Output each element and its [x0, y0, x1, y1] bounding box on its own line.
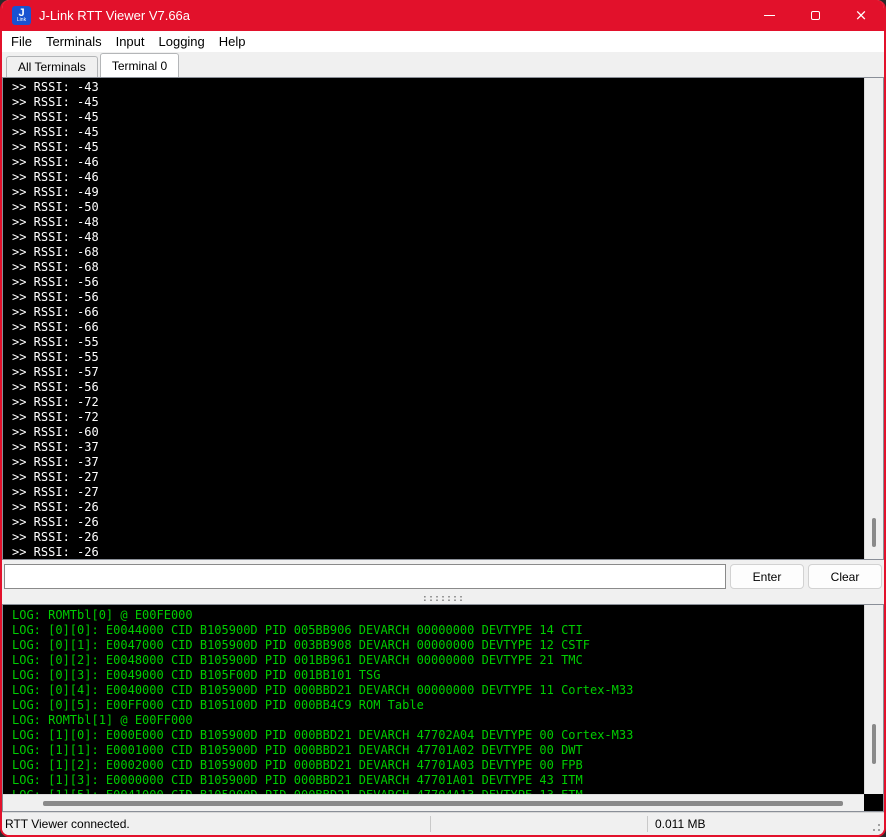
- terminal-line: >> RSSI: -26: [12, 515, 864, 530]
- terminal-line: >> RSSI: -45: [12, 95, 864, 110]
- menu-item[interactable]: Input: [109, 32, 152, 51]
- terminal-line: >> RSSI: -56: [12, 380, 864, 395]
- window-controls: ×: [746, 0, 884, 31]
- status-message: RTT Viewer connected.: [2, 817, 430, 831]
- menu-item[interactable]: Terminals: [39, 32, 109, 51]
- minimize-icon: [764, 15, 775, 16]
- title-bar[interactable]: J Link J-Link RTT Viewer V7.66a ×: [2, 0, 884, 31]
- terminal-line: >> RSSI: -43: [12, 80, 864, 95]
- terminal-line: >> RSSI: -66: [12, 320, 864, 335]
- menu-item[interactable]: File: [4, 32, 39, 51]
- window-title: J-Link RTT Viewer V7.66a: [39, 8, 190, 23]
- terminal-line: >> RSSI: -26: [12, 545, 864, 559]
- tab-all-terminals[interactable]: All Terminals: [6, 56, 98, 77]
- terminal-input[interactable]: [4, 564, 726, 589]
- log-output[interactable]: LOG: ROMTbl[0] @ E00FE000LOG: [0][0]: E0…: [3, 605, 864, 794]
- terminal-line: >> RSSI: -46: [12, 155, 864, 170]
- log-line: LOG: [0][3]: E0049000 CID B105F00D PID 0…: [12, 668, 864, 683]
- terminal-line: >> RSSI: -45: [12, 110, 864, 125]
- menu-bar: FileTerminalsInputLoggingHelp: [2, 31, 884, 52]
- terminal-line: >> RSSI: -27: [12, 485, 864, 500]
- terminal-line: >> RSSI: -55: [12, 350, 864, 365]
- jlink-rtt-viewer-window: J Link J-Link RTT Viewer V7.66a × FileTe…: [0, 0, 886, 837]
- terminal-line: >> RSSI: -50: [12, 200, 864, 215]
- terminal-line: >> RSSI: -68: [12, 260, 864, 275]
- terminal-vertical-scrollbar[interactable]: [864, 78, 883, 559]
- tab-terminal-0[interactable]: Terminal 0: [100, 53, 179, 77]
- log-line: LOG: [0][4]: E0040000 CID B105900D PID 0…: [12, 683, 864, 698]
- data-size-indicator: 0.011 MB: [648, 817, 705, 831]
- resize-grip[interactable]: [878, 829, 880, 831]
- terminal-line: >> RSSI: -66: [12, 305, 864, 320]
- log-line: LOG: [1][0]: E000E000 CID B105900D PID 0…: [12, 728, 864, 743]
- status-separator: [430, 816, 431, 832]
- terminal-line: >> RSSI: -48: [12, 215, 864, 230]
- close-icon: ×: [855, 8, 868, 23]
- terminal-line: >> RSSI: -37: [12, 440, 864, 455]
- terminal-output[interactable]: >> RSSI: -43>> RSSI: -45>> RSSI: -45>> R…: [3, 78, 864, 559]
- terminal-line: >> RSSI: -37: [12, 455, 864, 470]
- terminal-line: >> RSSI: -56: [12, 290, 864, 305]
- terminal-line: >> RSSI: -45: [12, 125, 864, 140]
- terminal-line: >> RSSI: -72: [12, 395, 864, 410]
- terminal-line: >> RSSI: -49: [12, 185, 864, 200]
- status-bar: RTT Viewer connected. 0.011 MB: [2, 812, 884, 835]
- maximize-icon: [811, 11, 820, 20]
- terminal-line: >> RSSI: -26: [12, 530, 864, 545]
- terminal-line: >> RSSI: -72: [12, 410, 864, 425]
- log-line: LOG: [1][3]: E0000000 CID B105900D PID 0…: [12, 773, 864, 788]
- close-button[interactable]: ×: [838, 0, 884, 31]
- terminal-line: >> RSSI: -60: [12, 425, 864, 440]
- log-vertical-scrollbar[interactable]: [864, 605, 883, 794]
- terminal-line: >> RSSI: -55: [12, 335, 864, 350]
- terminal-scrollbar-thumb[interactable]: [872, 518, 876, 547]
- menu-item[interactable]: Logging: [152, 32, 212, 51]
- log-line: LOG: ROMTbl[0] @ E00FE000: [12, 608, 864, 623]
- enter-button[interactable]: Enter: [730, 564, 804, 589]
- log-horizontal-scrollbar[interactable]: [3, 794, 864, 811]
- terminal-line: >> RSSI: -26: [12, 500, 864, 515]
- jlink-app-icon: J Link: [12, 6, 31, 25]
- splitter-grip-icon: :::::::: [422, 596, 464, 602]
- terminal-pane: >> RSSI: -43>> RSSI: -45>> RSSI: -45>> R…: [2, 77, 884, 560]
- scrollbar-corner: [864, 794, 883, 811]
- log-vertical-scrollbar-thumb[interactable]: [872, 724, 876, 764]
- jlink-icon-sub: Link: [17, 18, 26, 23]
- menu-item[interactable]: Help: [212, 32, 253, 51]
- log-line: LOG: [0][0]: E0044000 CID B105900D PID 0…: [12, 623, 864, 638]
- log-pane: LOG: ROMTbl[0] @ E00FE000LOG: [0][0]: E0…: [2, 604, 884, 812]
- tab-bar: All Terminals Terminal 0: [2, 52, 884, 77]
- log-line: LOG: [0][5]: E00FF000 CID B105100D PID 0…: [12, 698, 864, 713]
- terminal-line: >> RSSI: -57: [12, 365, 864, 380]
- terminal-line: >> RSSI: -27: [12, 470, 864, 485]
- terminal-line: >> RSSI: -48: [12, 230, 864, 245]
- terminal-line: >> RSSI: -46: [12, 170, 864, 185]
- log-line: LOG: ROMTbl[1] @ E00FF000: [12, 713, 864, 728]
- log-horizontal-scrollbar-thumb[interactable]: [43, 801, 843, 806]
- minimize-button[interactable]: [746, 0, 792, 31]
- log-line: LOG: [0][1]: E0047000 CID B105900D PID 0…: [12, 638, 864, 653]
- terminal-line: >> RSSI: -68: [12, 245, 864, 260]
- clear-button[interactable]: Clear: [808, 564, 882, 589]
- terminal-line: >> RSSI: -45: [12, 140, 864, 155]
- maximize-button[interactable]: [792, 0, 838, 31]
- input-row: Enter Clear: [2, 560, 884, 593]
- terminal-line: >> RSSI: -56: [12, 275, 864, 290]
- splitter-handle[interactable]: :::::::: [2, 593, 884, 604]
- log-line: LOG: [0][2]: E0048000 CID B105900D PID 0…: [12, 653, 864, 668]
- log-line: LOG: [1][1]: E0001000 CID B105900D PID 0…: [12, 743, 864, 758]
- log-line: LOG: [1][2]: E0002000 CID B105900D PID 0…: [12, 758, 864, 773]
